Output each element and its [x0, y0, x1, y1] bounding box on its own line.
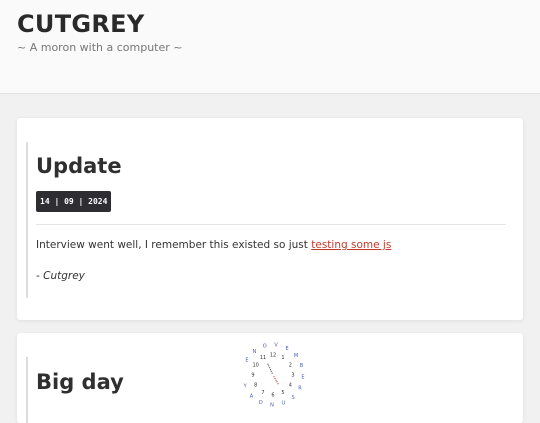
- post-body-text: Interview went well, I remember this exi…: [36, 239, 312, 251]
- clock-ring-letter: E: [286, 346, 289, 352]
- clock-hand-dot: [275, 379, 277, 381]
- clock-hour-label: 1: [281, 355, 284, 361]
- post-body: Interview went well, I remember this exi…: [36, 239, 391, 251]
- clock-ring-letter: N: [253, 349, 257, 355]
- clock-hour-label: 9: [251, 373, 254, 379]
- clock-ring-letter: U: [281, 401, 285, 407]
- testing-js-link[interactable]: testing some js: [311, 239, 391, 251]
- clock-hour-label: 11: [260, 355, 266, 361]
- clock-hour-label: 3: [291, 373, 294, 379]
- clock-hour-label: 12: [270, 353, 276, 359]
- post-title: Big day: [36, 370, 124, 394]
- date-badge: 14 | 09 | 2024: [36, 191, 112, 212]
- clock-hand-dot: [267, 363, 269, 365]
- clock-ring-letter: S: [292, 395, 295, 401]
- clock-hand-dot: [268, 365, 270, 367]
- clock-hour-label: 8: [254, 383, 257, 389]
- post-accent-bar: [26, 142, 28, 298]
- clock-ring-letter: E: [245, 358, 248, 364]
- clock-ring-letter: A: [250, 393, 254, 399]
- clock-hand-dot: [274, 377, 276, 380]
- clock-hour-label: 7: [261, 390, 264, 396]
- site-header: CUTGREY ~ A moron with a computer ~: [0, 0, 540, 94]
- clock-ring-letter: N: [270, 403, 274, 409]
- clock-hand-dot: [277, 383, 279, 385]
- site-title[interactable]: CUTGREY: [17, 10, 145, 38]
- site-tagline: ~ A moron with a computer ~: [17, 41, 183, 54]
- clock-hand-dot: [271, 372, 273, 374]
- clock-ring-letter: V: [274, 343, 278, 349]
- clock-ring-letter: E: [301, 375, 304, 381]
- clock-hour-label: 4: [289, 383, 292, 389]
- post-card: Update 14 | 09 | 2024 Interview went wel…: [17, 118, 523, 320]
- post-accent-bar: [26, 357, 28, 423]
- clock-hour-label: 10: [253, 363, 259, 369]
- clock-hand-dot: [269, 367, 271, 369]
- post-card: Big day E N O V E M B E R S U N D A Y 12 1 2 3 4 5 6 7 8 9 10 11: [17, 333, 523, 423]
- post-signature: - Cutgrey: [36, 270, 85, 282]
- clock-ring-letter: B: [300, 363, 304, 369]
- clock-hand-dot: [269, 369, 272, 371]
- text-clock-widget: ENO VEMBERSUNDAY12 1234567891011: [243, 343, 305, 409]
- clock-hour-label: 6: [271, 393, 274, 399]
- clock-hour-label: 2: [289, 363, 292, 369]
- clock-ring-letter: R: [298, 386, 302, 392]
- clock-hand-dot: [270, 370, 272, 372]
- clock-hand-dot: [273, 376, 275, 378]
- clock-ring-letter: Y: [243, 384, 248, 390]
- clock-ring-letter: M: [294, 353, 298, 359]
- clock-hour-label: 5: [281, 390, 284, 396]
- clock-ring-letter: O: [263, 344, 267, 350]
- post-title: Update: [36, 154, 122, 178]
- post-divider: [36, 224, 506, 225]
- clock-hand-dot: [276, 381, 278, 383]
